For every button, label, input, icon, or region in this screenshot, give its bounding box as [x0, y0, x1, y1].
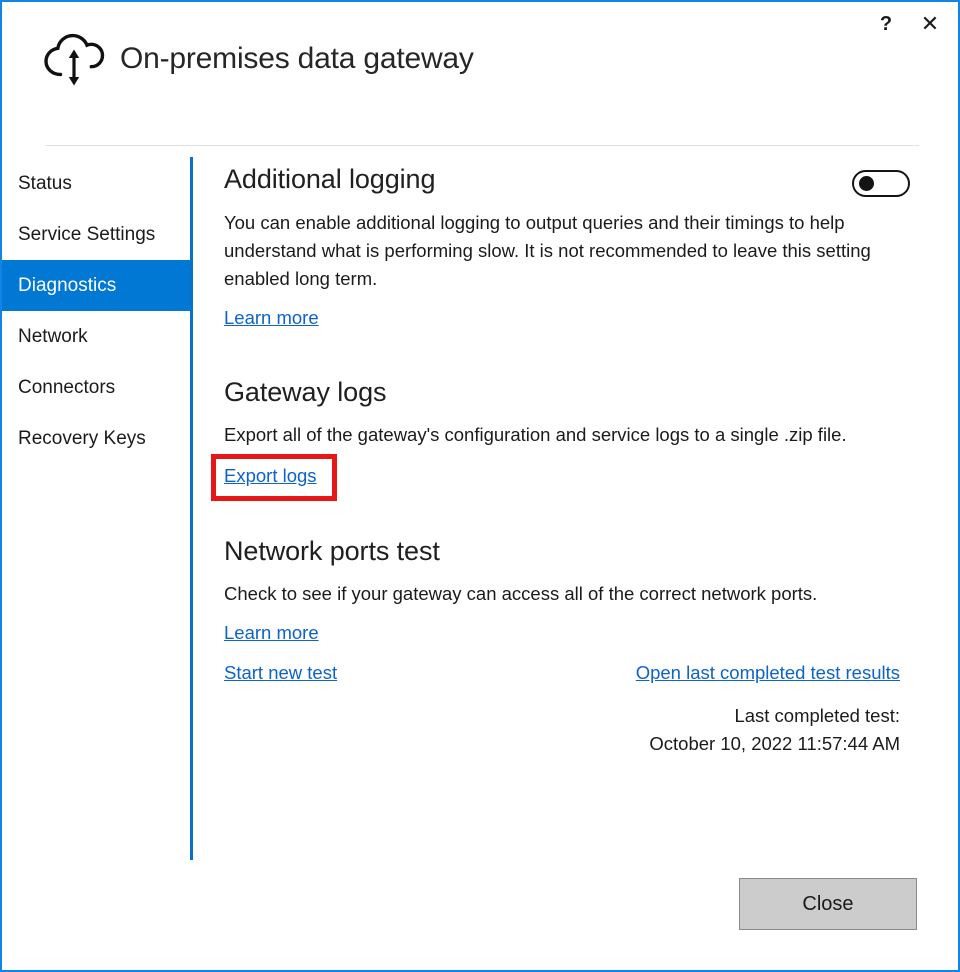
close-button[interactable]: Close: [739, 878, 917, 930]
sidebar-item-label: Network: [18, 326, 88, 348]
sidebar-item-connectors[interactable]: Connectors: [2, 362, 191, 413]
last-completed-test-value: October 10, 2022 11:57:44 AM: [224, 730, 900, 758]
diagnostics-panel: Additional logging You can enable additi…: [224, 162, 924, 758]
network-ports-test-description: Check to see if your gateway can access …: [224, 580, 914, 608]
additional-logging-title: Additional logging: [224, 162, 435, 196]
network-ports-actions: Start new test Open last completed test …: [224, 662, 900, 684]
sidebar-item-label: Status: [18, 173, 72, 195]
sidebar-item-label: Diagnostics: [18, 275, 116, 297]
gateway-logs-title: Gateway logs: [224, 375, 924, 409]
sidebar-nav: Status Service Settings Diagnostics Netw…: [2, 158, 191, 464]
app-header: On-premises data gateway: [42, 30, 474, 88]
section-network-ports-test: Network ports test Check to see if your …: [224, 534, 924, 758]
sidebar-item-label: Service Settings: [18, 224, 155, 246]
export-logs-link[interactable]: Export logs: [224, 465, 317, 487]
toggle-knob: [859, 176, 874, 191]
gateway-logs-description: Export all of the gateway's configuratio…: [224, 421, 914, 449]
sidebar-item-diagnostics[interactable]: Diagnostics: [2, 260, 191, 311]
additional-logging-description: You can enable additional logging to out…: [224, 209, 914, 293]
sidebar-item-status[interactable]: Status: [2, 158, 191, 209]
section-additional-logging: Additional logging You can enable additi…: [224, 162, 924, 329]
sidebar-accent-rule: [190, 157, 193, 860]
additional-logging-learn-more-link[interactable]: Learn more: [224, 307, 319, 329]
last-completed-test-label: Last completed test:: [224, 702, 900, 730]
sidebar-item-recovery-keys[interactable]: Recovery Keys: [2, 413, 191, 464]
last-completed-test-block: Last completed test: October 10, 2022 11…: [224, 702, 900, 758]
sidebar-item-label: Recovery Keys: [18, 428, 146, 450]
gateway-window: ? ✕ On-premises data gateway Status Serv…: [0, 0, 960, 972]
additional-logging-header: Additional logging: [224, 162, 924, 197]
cloud-upload-download-icon: [42, 30, 106, 88]
section-gateway-logs: Gateway logs Export all of the gateway's…: [224, 375, 924, 487]
title-bar: ? ✕ On-premises data gateway: [2, 2, 958, 112]
network-ports-learn-more-link[interactable]: Learn more: [224, 622, 319, 644]
title-bar-buttons: ? ✕: [864, 8, 952, 40]
header-divider: [45, 145, 919, 146]
sidebar-item-service-settings[interactable]: Service Settings: [2, 209, 191, 260]
close-icon[interactable]: ✕: [908, 8, 952, 40]
page-title: On-premises data gateway: [120, 42, 474, 76]
sidebar-item-network[interactable]: Network: [2, 311, 191, 362]
help-icon[interactable]: ?: [864, 8, 908, 40]
open-last-test-results-link[interactable]: Open last completed test results: [636, 662, 900, 684]
start-new-test-link[interactable]: Start new test: [224, 662, 337, 684]
network-ports-test-title: Network ports test: [224, 534, 924, 568]
additional-logging-toggle[interactable]: [852, 170, 910, 197]
sidebar-item-label: Connectors: [18, 377, 115, 399]
